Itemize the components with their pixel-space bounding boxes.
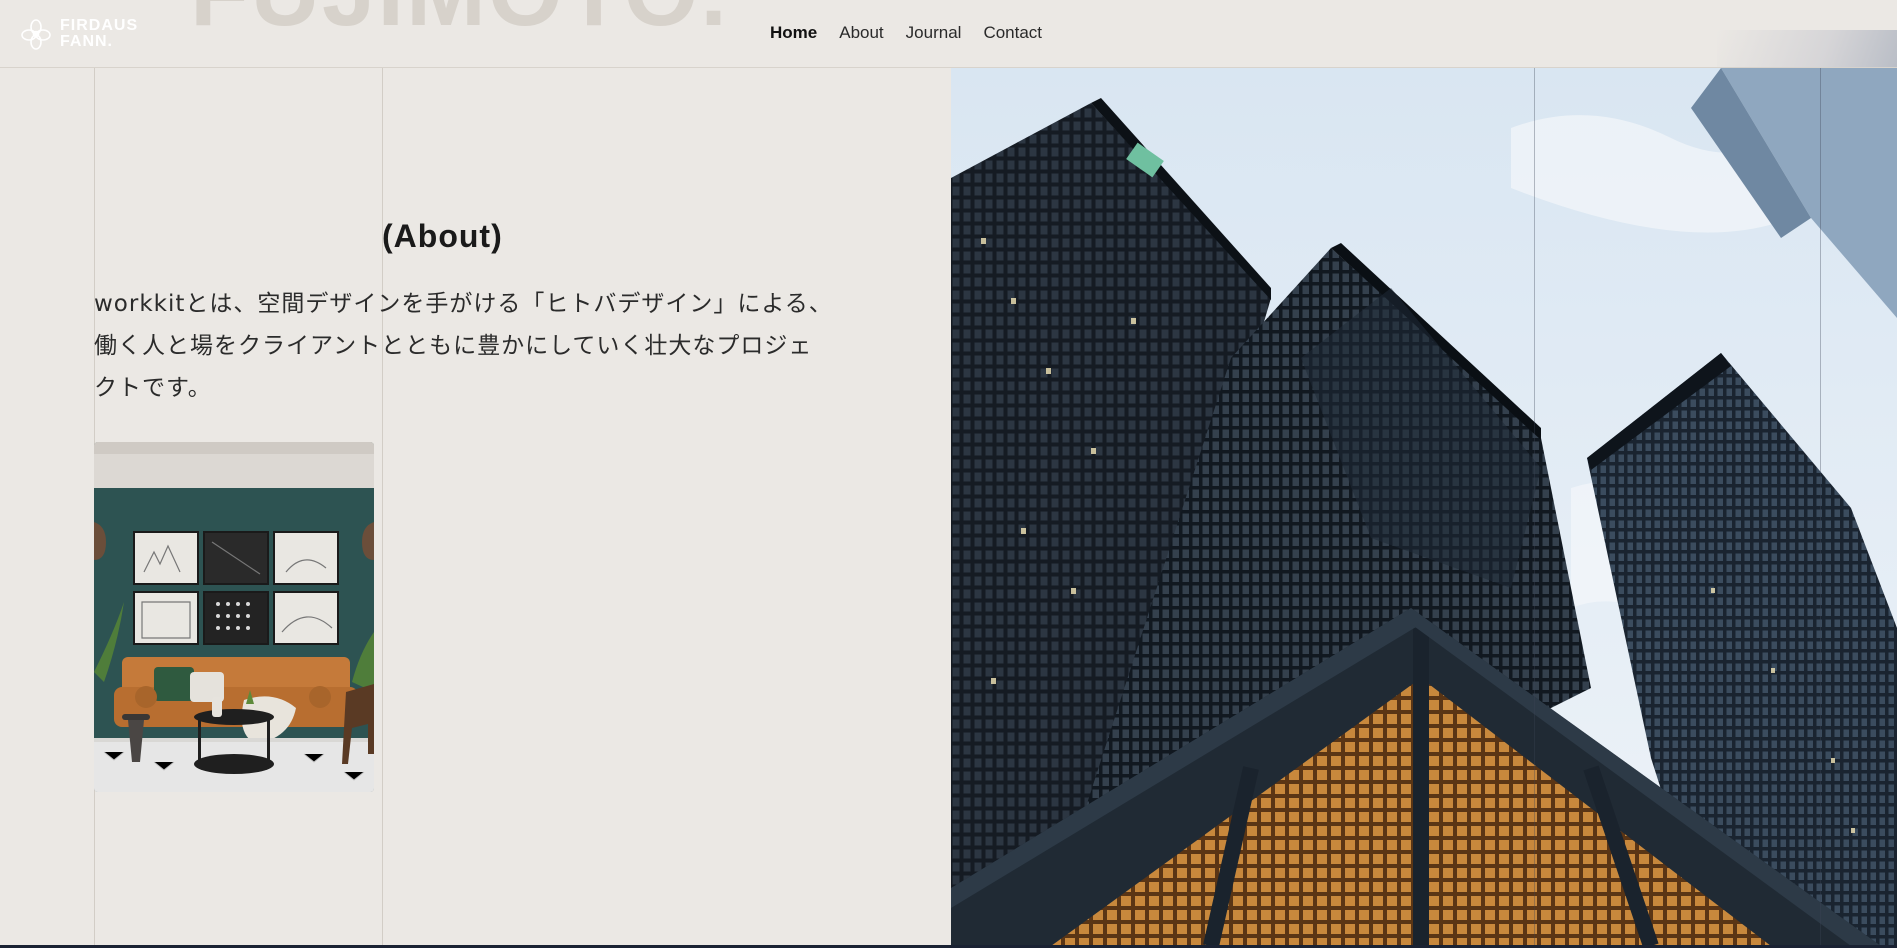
logo-line-1: FIRDAUS	[60, 17, 139, 34]
about-line-3: クトです。	[94, 375, 212, 401]
site-logo[interactable]: FIRDAUS FANN.	[18, 16, 138, 52]
about-line-2: 働く人と場をクライアントとともに豊かにしていく壮大なプロジェ	[94, 333, 813, 359]
living-room-photo	[94, 442, 374, 792]
about-description: workkitとは、空間デザインを手がける「ヒトバデザイン」による、 働く人と場…	[94, 283, 834, 409]
main-nav: Home About Journal Contact	[770, 23, 1042, 43]
header-fade	[1717, 30, 1897, 67]
nav-home[interactable]: Home	[770, 23, 817, 43]
flower-icon	[21, 19, 51, 50]
nav-journal[interactable]: Journal	[906, 23, 962, 43]
logo-text: FIRDAUS FANN.	[60, 18, 138, 50]
grid-line	[1820, 68, 1821, 948]
about-heading: (About)	[382, 218, 503, 254]
nav-about[interactable]: About	[839, 23, 883, 43]
logo-line-2: FANN.	[60, 33, 113, 50]
site-header: FUJIMOTO. FIRDAUS FANN. Home About Journ…	[0, 0, 1897, 68]
about-line-1: workkitとは、空間デザインを手がける「ヒトバデザイン」による、	[94, 291, 833, 317]
grid-line	[1534, 68, 1535, 948]
grid-line	[382, 68, 383, 948]
skyscrapers-photo	[951, 68, 1897, 946]
background-wordmark: FUJIMOTO.	[190, 0, 729, 48]
nav-contact[interactable]: Contact	[983, 23, 1042, 43]
